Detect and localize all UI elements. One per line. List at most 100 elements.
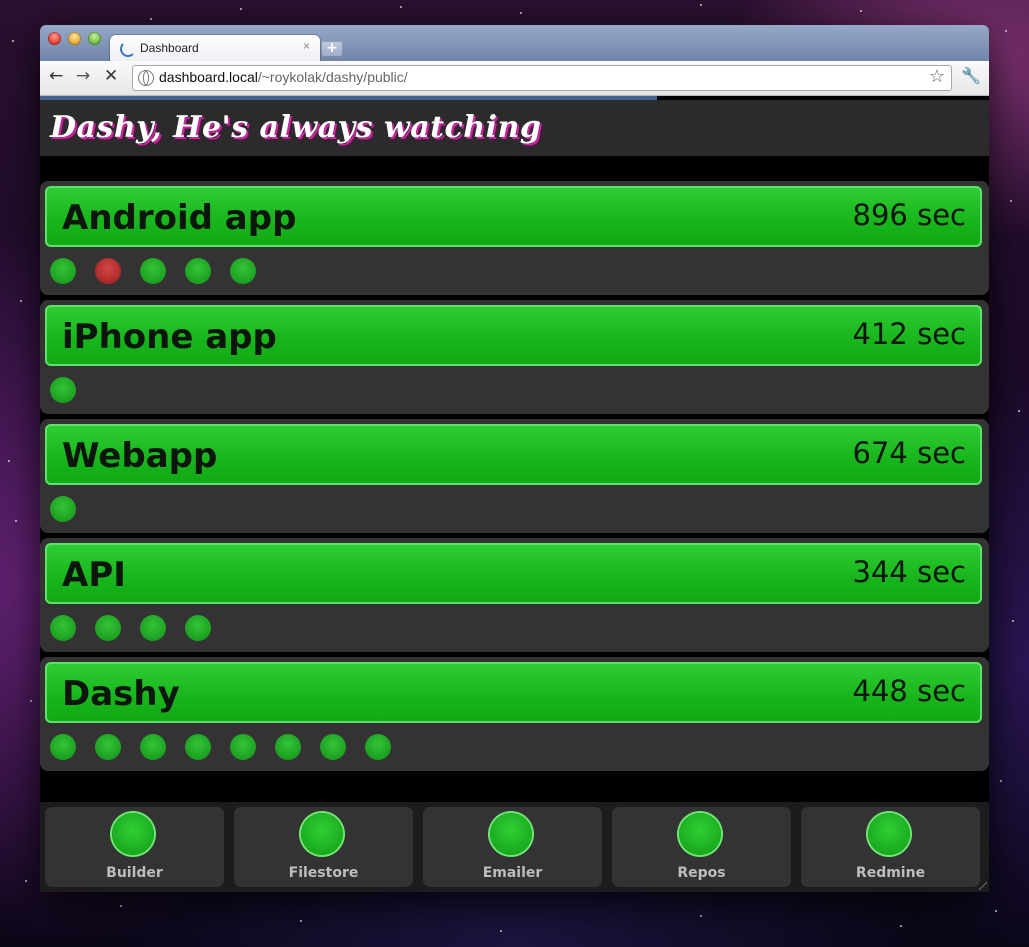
project-build-time: 448 sec [852, 674, 966, 708]
page-title: Dashy, He's always watching [50, 110, 542, 145]
service-label: Filestore [288, 865, 359, 881]
wrench-menu-icon[interactable]: 🔧 [961, 66, 981, 85]
service-tile[interactable]: Filestore [234, 807, 413, 887]
build-passed-indicator[interactable] [230, 258, 256, 284]
project-build-time: 896 sec [852, 198, 966, 232]
stop-loading-icon[interactable]: ✕ [104, 66, 118, 86]
tab-dashboard[interactable]: Dashboard × [110, 35, 320, 61]
build-passed-indicator[interactable] [50, 377, 76, 403]
star-dot [120, 905, 122, 907]
star-dot [1018, 410, 1020, 412]
service-status-bar: Builder Filestore Emailer Repos Redmine [40, 802, 989, 892]
url-text[interactable]: dashboard.local/~roykolak/dashy/public/ [159, 69, 408, 85]
back-arrow-icon[interactable]: ← [49, 66, 63, 86]
build-passed-indicator[interactable] [140, 734, 166, 760]
build-passed-indicator[interactable] [230, 734, 256, 760]
star-dot [520, 12, 522, 14]
service-tile[interactable]: Emailer [423, 807, 602, 887]
star-dot [1012, 620, 1014, 622]
project-status-bar[interactable]: Webapp 674 sec [45, 424, 982, 485]
zoom-window-button[interactable] [88, 32, 101, 45]
project-card: Webapp 674 sec [40, 419, 989, 533]
page-header: Dashy, He's always watching [40, 100, 989, 156]
service-tile[interactable]: Builder [45, 807, 224, 887]
build-history [50, 496, 76, 522]
build-passed-indicator[interactable] [95, 734, 121, 760]
star-dot [995, 910, 997, 912]
build-passed-indicator[interactable] [185, 258, 211, 284]
build-history [50, 258, 256, 284]
star-dot [700, 915, 702, 917]
build-passed-indicator[interactable] [185, 615, 211, 641]
forward-arrow-icon[interactable]: → [76, 66, 90, 86]
loading-spinner-icon [120, 41, 136, 57]
project-status-bar[interactable]: iPhone app 412 sec [45, 305, 982, 366]
star-dot [8, 460, 10, 462]
project-name: iPhone app [62, 317, 277, 357]
resize-grip-icon[interactable] [979, 882, 987, 890]
dashboard-page: Dashy, He's always watching Android app 8… [40, 100, 989, 892]
service-status-indicator [490, 813, 532, 855]
build-passed-indicator[interactable] [50, 258, 76, 284]
project-card: Dashy 448 sec [40, 657, 989, 771]
star-dot [240, 8, 242, 10]
star-dot [15, 520, 17, 522]
new-tab-button[interactable]: + [321, 41, 343, 57]
star-dot [300, 920, 302, 922]
star-dot [900, 925, 902, 927]
project-build-time: 344 sec [852, 555, 966, 589]
project-status-bar[interactable]: Android app 896 sec [45, 186, 982, 247]
build-passed-indicator[interactable] [50, 615, 76, 641]
star-dot [700, 4, 702, 6]
project-build-time: 412 sec [852, 317, 966, 351]
service-tile[interactable]: Repos [612, 807, 791, 887]
tab-title: Dashboard [140, 41, 199, 55]
build-passed-indicator[interactable] [320, 734, 346, 760]
build-history [50, 734, 391, 760]
build-passed-indicator[interactable] [95, 615, 121, 641]
star-dot [12, 40, 14, 42]
build-passed-indicator[interactable] [140, 615, 166, 641]
build-passed-indicator[interactable] [140, 258, 166, 284]
service-label: Repos [677, 865, 726, 881]
build-passed-indicator[interactable] [50, 496, 76, 522]
service-status-indicator [679, 813, 721, 855]
service-status-indicator [112, 813, 154, 855]
project-status-bar[interactable]: API 344 sec [45, 543, 982, 604]
browser-window: Dashboard × + ← → ✕ dashboard.local/~roy… [40, 25, 989, 892]
build-history [50, 615, 211, 641]
project-status-bar[interactable]: Dashy 448 sec [45, 662, 982, 723]
service-label: Builder [106, 865, 163, 881]
minimize-window-button[interactable] [68, 32, 81, 45]
browser-toolbar: ← → ✕ dashboard.local/~roykolak/dashy/pu… [40, 61, 989, 96]
star-dot [20, 300, 22, 302]
star-dot [30, 700, 32, 702]
service-status-indicator [301, 813, 343, 855]
build-passed-indicator[interactable] [365, 734, 391, 760]
build-failed-indicator[interactable] [95, 258, 121, 284]
address-bar[interactable]: dashboard.local/~roykolak/dashy/public/ … [132, 65, 952, 91]
bookmark-star-icon[interactable]: ☆ [929, 66, 945, 87]
star-dot [1005, 30, 1007, 32]
url-path: /~roykolak/dashy/public/ [257, 69, 408, 85]
star-dot [1000, 780, 1002, 782]
build-passed-indicator[interactable] [275, 734, 301, 760]
project-name: Dashy [62, 674, 180, 714]
star-dot [1010, 200, 1012, 202]
service-label: Emailer [482, 865, 543, 881]
project-name: Webapp [62, 436, 218, 476]
project-card: API 344 sec [40, 538, 989, 652]
project-name: Android app [62, 198, 297, 238]
star-dot [860, 10, 862, 12]
build-passed-indicator[interactable] [50, 734, 76, 760]
project-card: iPhone app 412 sec [40, 300, 989, 414]
star-dot [400, 6, 402, 8]
build-history [50, 377, 76, 403]
close-window-button[interactable] [48, 32, 61, 45]
service-label: Redmine [855, 865, 926, 881]
url-host: dashboard.local [159, 69, 258, 85]
service-tile[interactable]: Redmine [801, 807, 980, 887]
tab-close-icon[interactable]: × [303, 39, 310, 53]
service-status-indicator [868, 813, 910, 855]
build-passed-indicator[interactable] [185, 734, 211, 760]
